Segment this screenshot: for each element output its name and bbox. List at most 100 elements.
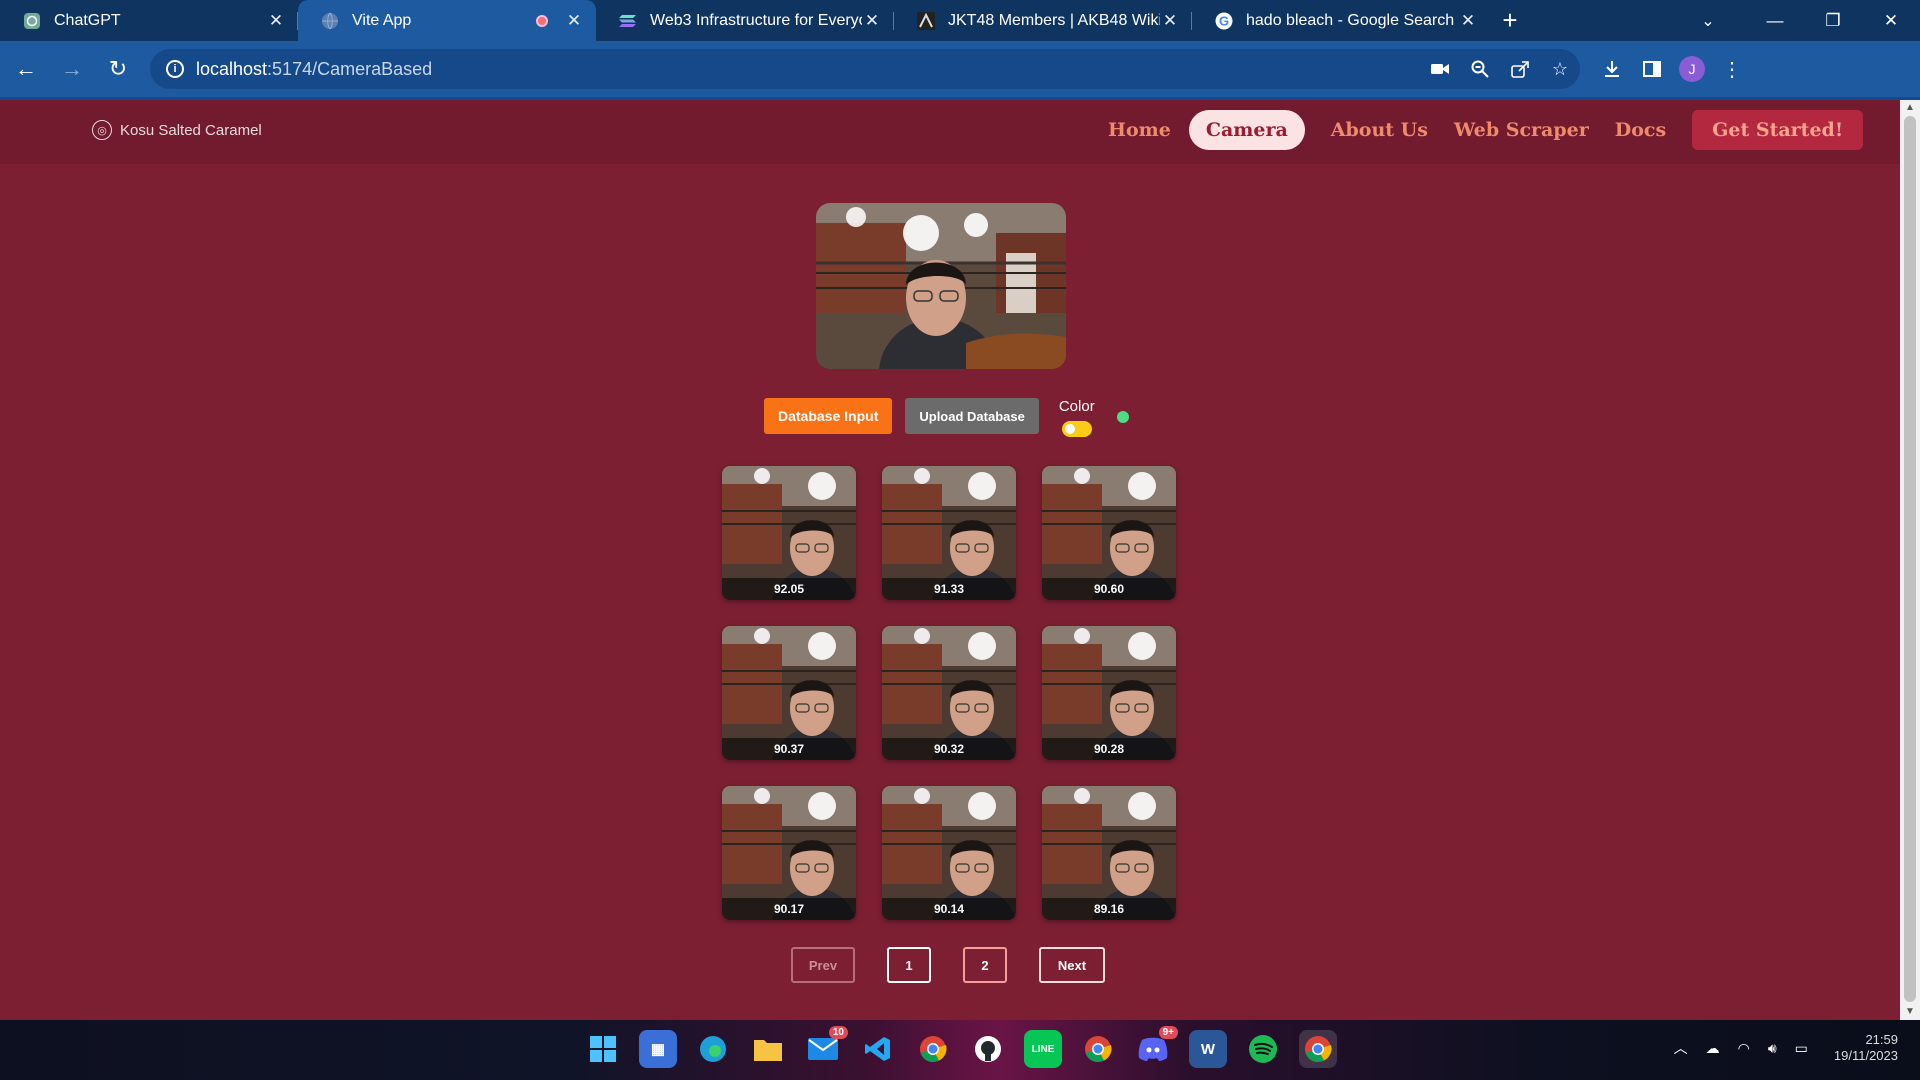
tab-title: hado bleach - Google Search <box>1246 11 1455 29</box>
github-icon[interactable] <box>969 1030 1007 1068</box>
google-icon: G <box>1214 11 1234 31</box>
results-grid: 92.05 91.33 90.60 90.37 90.32 90.28 90.1… <box>722 466 1176 920</box>
side-panel-icon[interactable] <box>1632 49 1672 89</box>
tab-chatgpt[interactable]: ChatGPT ✕ <box>0 0 298 41</box>
recording-indicator-icon <box>536 14 548 27</box>
nav-home[interactable]: Home <box>1108 110 1171 150</box>
tab-jkt48[interactable]: JKT48 Members | AKB48 Wiki | F ✕ <box>894 0 1192 41</box>
nav-links: Home Camera About Us Web Scraper Docs Ge… <box>1108 110 1864 150</box>
battery-icon[interactable]: ▭ <box>1795 1040 1808 1057</box>
result-thumbnail[interactable]: 90.17 <box>722 786 856 920</box>
volume-icon[interactable]: 🔊︎ <box>1768 1040 1777 1057</box>
result-thumbnail[interactable]: 90.60 <box>1042 466 1176 600</box>
tab-search-chevron-icon[interactable]: ⌄ <box>1688 0 1728 41</box>
onedrive-icon[interactable]: ☁ <box>1706 1040 1720 1057</box>
tab-web3[interactable]: Web3 Infrastructure for Everyone ✕ <box>596 0 894 41</box>
page-scrollbar[interactable]: ▲ ▼ <box>1900 100 1920 1020</box>
restore-button[interactable]: ❐ <box>1804 0 1862 41</box>
system-clock[interactable]: 21:59 19/11/2023 <box>1834 1032 1898 1064</box>
nav-camera[interactable]: Camera <box>1188 110 1305 150</box>
similarity-score: 89.16 <box>1042 898 1176 920</box>
tab-google-search[interactable]: G hado bleach - Google Search ✕ <box>1192 0 1490 41</box>
color-label: Color <box>1058 398 1095 415</box>
reload-button[interactable]: ↻ <box>98 49 138 89</box>
close-tab-icon[interactable]: ✕ <box>1160 11 1180 31</box>
result-thumbnail[interactable]: 90.32 <box>882 626 1016 760</box>
url-path: :5174/CameraBased <box>267 58 433 79</box>
spotify-icon[interactable] <box>1244 1030 1282 1068</box>
camera-in-use-icon[interactable] <box>1420 63 1460 75</box>
share-icon[interactable] <box>1500 60 1540 78</box>
nav-web-scraper[interactable]: Web Scraper <box>1454 110 1589 150</box>
wifi-icon[interactable]: ◠ <box>1738 1040 1750 1057</box>
pagination: Prev 1 2 Next <box>791 947 1105 983</box>
site-info-icon[interactable]: i <box>166 60 184 78</box>
more-menu-icon[interactable]: ⋮ <box>1712 49 1752 89</box>
close-tab-icon[interactable]: ✕ <box>564 11 584 31</box>
scrollbar-thumb[interactable] <box>1904 116 1916 1002</box>
result-thumbnail[interactable]: 92.05 <box>722 466 856 600</box>
scroll-up-icon[interactable]: ▲ <box>1900 100 1920 116</box>
result-thumbnail[interactable]: 90.37 <box>722 626 856 760</box>
tab-title: JKT48 Members | AKB48 Wiki | F <box>948 11 1160 29</box>
profile-initial: J <box>1679 56 1705 82</box>
file-explorer-icon[interactable] <box>749 1030 787 1068</box>
mail-badge: 10 <box>828 1026 848 1039</box>
nav-docs[interactable]: Docs <box>1615 110 1666 150</box>
similarity-score: 90.60 <box>1042 578 1176 600</box>
window-controls: — ❐ ✕ <box>1746 0 1920 41</box>
edge-browser-icon[interactable] <box>694 1030 732 1068</box>
get-started-button[interactable]: Get Started! <box>1692 110 1864 150</box>
word-icon[interactable]: W <box>1189 1030 1227 1068</box>
site-navbar: ◎ Kosu Salted Caramel Home Camera About … <box>0 100 1900 164</box>
result-thumbnail[interactable]: 89.16 <box>1042 786 1176 920</box>
scroll-down-icon[interactable]: ▼ <box>1900 1004 1920 1020</box>
result-thumbnail[interactable]: 90.14 <box>882 786 1016 920</box>
download-icon[interactable] <box>1592 49 1632 89</box>
page-2-button[interactable]: 2 <box>963 947 1007 983</box>
back-button[interactable]: ← <box>6 49 46 89</box>
chrome-active-icon[interactable] <box>1299 1030 1337 1068</box>
address-bar[interactable]: i localhost:5174/CameraBased ☆ <box>150 49 1580 89</box>
color-toggle[interactable] <box>1061 421 1092 437</box>
wiki-icon <box>916 11 936 31</box>
close-window-button[interactable]: ✕ <box>1862 0 1920 41</box>
page-1-button[interactable]: 1 <box>887 947 931 983</box>
next-page-button[interactable]: Next <box>1039 947 1105 983</box>
bookmark-star-icon[interactable]: ☆ <box>1540 59 1580 80</box>
chrome-icon[interactable] <box>914 1030 952 1068</box>
close-tab-icon[interactable]: ✕ <box>862 11 882 31</box>
chrome-work-profile-icon[interactable] <box>1079 1030 1117 1068</box>
line-app-icon[interactable]: LINE <box>1024 1030 1062 1068</box>
close-tab-icon[interactable]: ✕ <box>266 11 286 31</box>
chatgpt-icon <box>22 11 42 31</box>
color-toggle-group: Color <box>1059 398 1095 437</box>
solana-icon <box>618 11 638 31</box>
result-thumbnail[interactable]: 90.28 <box>1042 626 1176 760</box>
show-hidden-icons-chevron-icon[interactable]: ︿ <box>1674 1038 1688 1058</box>
upload-database-button[interactable]: Upload Database <box>905 398 1039 434</box>
nav-about-us[interactable]: About Us <box>1331 110 1428 150</box>
close-tab-icon[interactable]: ✕ <box>1458 11 1478 31</box>
discord-icon[interactable]: 9+ <box>1134 1026 1178 1068</box>
forward-button[interactable]: → <box>52 49 92 89</box>
brand-link[interactable]: ◎ Kosu Salted Caramel <box>92 120 262 140</box>
result-thumbnail[interactable]: 91.33 <box>882 466 1016 600</box>
zoom-icon[interactable] <box>1460 60 1500 78</box>
browser-toolbar: ← → ↻ i localhost:5174/CameraBased ☆ J ⋮ <box>0 41 1920 100</box>
database-input-button[interactable]: Database Input <box>764 398 893 434</box>
brand-logo-icon: ◎ <box>92 120 112 140</box>
browser-tab-bar: ChatGPT ✕ Vite App ✕ Web3 Infrastructure… <box>0 0 1920 41</box>
windows-start-icon[interactable] <box>584 1030 622 1068</box>
tab-title: ChatGPT <box>54 11 121 29</box>
widgets-icon[interactable]: ▦ <box>639 1030 677 1068</box>
mail-icon[interactable]: 10 <box>804 1026 848 1068</box>
minimize-button[interactable]: — <box>1746 0 1804 41</box>
prev-page-button[interactable]: Prev <box>791 947 855 983</box>
similarity-score: 90.17 <box>722 898 856 920</box>
profile-avatar[interactable]: J <box>1672 49 1712 89</box>
new-tab-button[interactable]: + <box>1490 0 1530 41</box>
tab-vite-app[interactable]: Vite App ✕ <box>298 0 596 41</box>
svg-text:G: G <box>1219 13 1229 28</box>
vscode-icon[interactable] <box>859 1030 897 1068</box>
